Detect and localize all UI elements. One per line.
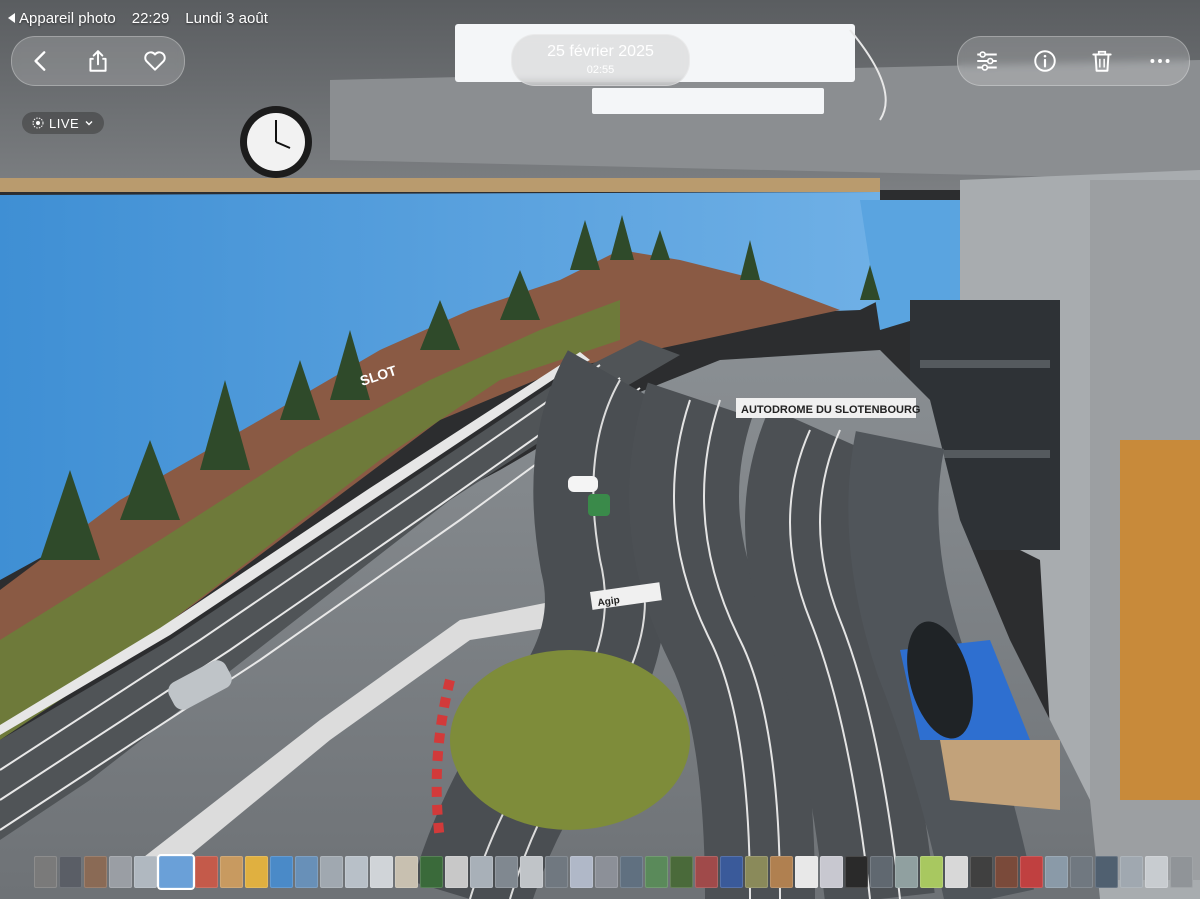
more-button[interactable] [1140, 41, 1180, 81]
thumbnail[interactable] [670, 856, 693, 888]
thumbnail[interactable] [820, 856, 843, 888]
wooden-cabinet [1120, 440, 1200, 800]
thumbnail[interactable] [370, 856, 393, 888]
sliders-icon [977, 51, 997, 71]
thumbnail[interactable] [109, 856, 132, 888]
photo: SLOT AUTODROME DU SLOTENBOURG Agip [0, 0, 1200, 899]
thumbnail-strip [34, 854, 1193, 890]
status-bar: Appareil photo 22:29 Lundi 3 août [8, 8, 268, 28]
thumbnail[interactable] [495, 856, 518, 888]
thumbnail[interactable] [270, 856, 293, 888]
thumbnail[interactable] [84, 856, 107, 888]
left-toolbar [11, 36, 185, 86]
thumbnail[interactable] [695, 856, 718, 888]
live-photo-badge[interactable]: LIVE [22, 112, 105, 134]
thumbnail[interactable] [1045, 856, 1068, 888]
thumbnail[interactable] [195, 856, 218, 888]
photo-time: 02:55 [586, 64, 615, 76]
slot-car [568, 476, 598, 492]
share-icon [89, 50, 107, 72]
back-app-label: Appareil photo [19, 9, 116, 27]
delete-button[interactable] [1082, 41, 1122, 81]
thumbnail[interactable] [620, 856, 643, 888]
back-button[interactable] [21, 41, 61, 81]
thumbnail[interactable] [220, 856, 243, 888]
status-date: Lundi 3 août [185, 9, 268, 27]
thumbnail[interactable] [595, 856, 618, 888]
adjust-button[interactable] [967, 41, 1007, 81]
thumbnail[interactable] [320, 856, 343, 888]
photo-date-pill: 25 février 2025 02:55 [511, 34, 690, 86]
thumbnail[interactable] [770, 856, 793, 888]
trash-icon [1092, 50, 1113, 72]
thumbnail[interactable] [1145, 856, 1168, 888]
status-time: 22:29 [131, 9, 170, 27]
thumbnail[interactable] [920, 856, 943, 888]
thumbnail[interactable] [520, 856, 543, 888]
thumbnail[interactable] [245, 856, 268, 888]
thumbnail[interactable] [720, 856, 743, 888]
thumbnail[interactable] [795, 856, 818, 888]
thumbnail[interactable] [1070, 856, 1093, 888]
thumbnail[interactable] [1170, 856, 1193, 888]
more-icon [1150, 59, 1170, 63]
thumbnail[interactable] [470, 856, 493, 888]
ceiling-light [592, 88, 824, 114]
thumbnail[interactable] [945, 856, 968, 888]
thumbnail[interactable] [970, 856, 993, 888]
live-label: LIVE [49, 115, 80, 131]
thumbnail[interactable] [1020, 856, 1043, 888]
right-toolbar [957, 36, 1190, 86]
thumbnail[interactable] [895, 856, 918, 888]
thumbnail[interactable] [59, 856, 82, 888]
thumbnail[interactable] [745, 856, 768, 888]
thumbnail[interactable] [295, 856, 318, 888]
back-triangle-icon [8, 13, 15, 23]
thumbnail[interactable] [845, 856, 868, 888]
photo-date: 25 février 2025 [547, 43, 654, 60]
thumbnail[interactable] [134, 856, 157, 888]
thumbnail[interactable] [870, 856, 893, 888]
grass-island [450, 650, 690, 830]
thumbnail[interactable] [570, 856, 593, 888]
thumbnail[interactable] [645, 856, 668, 888]
heart-icon [144, 51, 167, 71]
thumbnail[interactable] [1120, 856, 1143, 888]
favorite-button[interactable] [135, 41, 175, 81]
chevron-down-icon [85, 121, 93, 126]
thumbnail[interactable] [395, 856, 418, 888]
thumbnail[interactable] [445, 856, 468, 888]
chevron-left-icon [34, 51, 46, 71]
thumbnail[interactable] [345, 856, 368, 888]
share-button[interactable] [78, 41, 118, 81]
thumbnail-current[interactable] [157, 854, 195, 890]
thumbnail[interactable] [420, 856, 443, 888]
thumbnail[interactable] [1095, 856, 1118, 888]
thumbnail[interactable] [995, 856, 1018, 888]
thumbnail[interactable] [34, 856, 57, 888]
live-photo-icon [32, 117, 44, 129]
info-button[interactable] [1025, 41, 1065, 81]
slot-car [588, 494, 610, 516]
autodrome-banner-text: AUTODROME DU SLOTENBOURG [741, 404, 920, 416]
back-to-app-link[interactable]: Appareil photo [8, 10, 116, 27]
thumbnail[interactable] [545, 856, 568, 888]
info-icon [1033, 50, 1056, 72]
